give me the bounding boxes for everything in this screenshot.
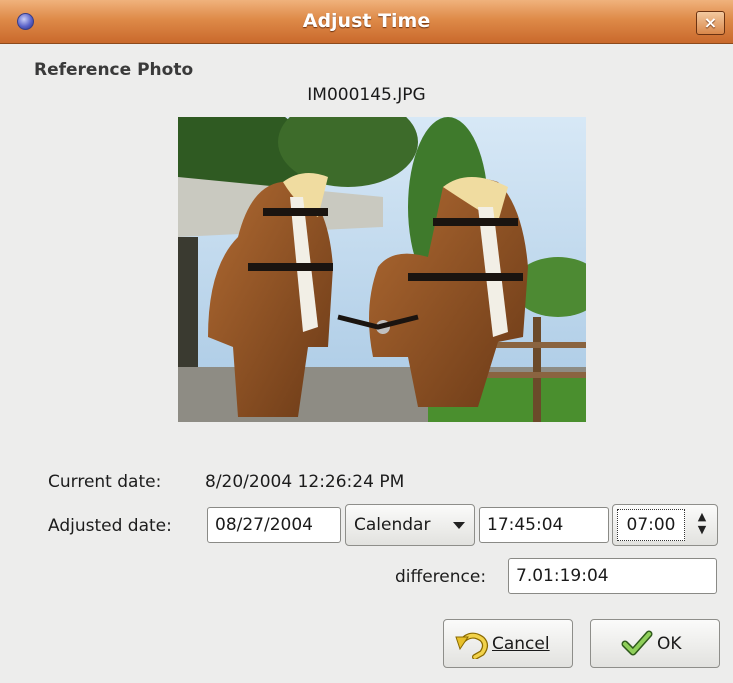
reference-photo bbox=[178, 117, 586, 422]
title-bar[interactable]: Adjust Time × bbox=[0, 0, 733, 44]
adjusted-date-text: 08/27/2004 bbox=[215, 515, 313, 535]
offset-spin-button[interactable]: 07:00 ▲ ▼ bbox=[612, 504, 718, 546]
spinner-arrows-icon[interactable]: ▲ ▼ bbox=[693, 510, 711, 540]
close-button[interactable]: × bbox=[696, 11, 725, 35]
current-date-label: Current date: bbox=[48, 472, 162, 492]
offset-spin-value[interactable]: 07:00 bbox=[617, 509, 685, 541]
reference-photo-heading: Reference Photo bbox=[34, 60, 194, 80]
window-title: Adjust Time bbox=[302, 10, 431, 32]
ok-button[interactable]: OK bbox=[590, 619, 720, 668]
current-date-value: 8/20/2004 12:26:24 PM bbox=[205, 472, 405, 492]
difference-label: difference: bbox=[395, 567, 487, 587]
adjusted-time-text: 17:45:04 bbox=[487, 515, 564, 535]
undo-arrow-icon bbox=[455, 632, 488, 659]
check-icon bbox=[621, 630, 653, 656]
cancel-button[interactable]: Cancel bbox=[443, 619, 573, 668]
difference-field[interactable]: 7.01:19:04 bbox=[508, 558, 717, 594]
calendar-button-label: Calendar bbox=[354, 515, 431, 535]
calendar-button[interactable]: Calendar bbox=[345, 504, 475, 546]
adjusted-time-field[interactable]: 17:45:04 bbox=[479, 507, 609, 543]
adjusted-date-field[interactable]: 08/27/2004 bbox=[207, 507, 341, 543]
chevron-down-icon bbox=[453, 522, 465, 529]
difference-text: 7.01:19:04 bbox=[516, 566, 609, 586]
cancel-button-label: Cancel bbox=[492, 634, 550, 654]
photo-filename: IM000145.JPG bbox=[307, 85, 426, 105]
ok-button-label: OK bbox=[657, 634, 682, 654]
close-icon: × bbox=[703, 13, 718, 32]
adjusted-date-label: Adjusted date: bbox=[48, 516, 172, 536]
